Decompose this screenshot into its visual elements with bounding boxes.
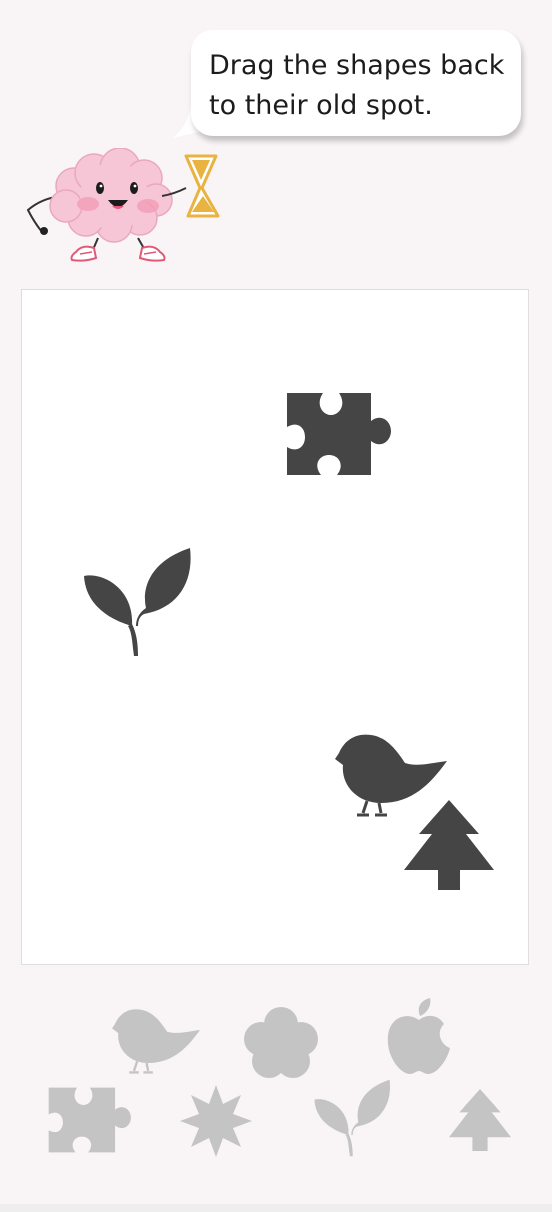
tray-tree-slot[interactable] [449, 1088, 511, 1152]
tray-apple-slot[interactable] [386, 998, 452, 1074]
brain-mascot [26, 148, 220, 262]
speech-bubble: Drag the shapes back to their old spot. [191, 30, 521, 136]
tray-star-slot[interactable] [180, 1085, 252, 1157]
tray-bird-slot[interactable] [112, 1008, 200, 1074]
tray-puzzle-piece-slot[interactable] [47, 1086, 131, 1154]
tree-shape[interactable] [404, 800, 494, 890]
tray-leaves-slot[interactable] [313, 1078, 391, 1158]
tray-flower-slot[interactable] [243, 1006, 319, 1078]
leaves-shape[interactable] [82, 546, 192, 658]
instruction-text: Drag the shapes back to their old spot. [209, 50, 505, 121]
puzzle-piece-shape[interactable] [285, 391, 391, 477]
bottom-bar [0, 1204, 552, 1212]
game-board [21, 289, 529, 965]
